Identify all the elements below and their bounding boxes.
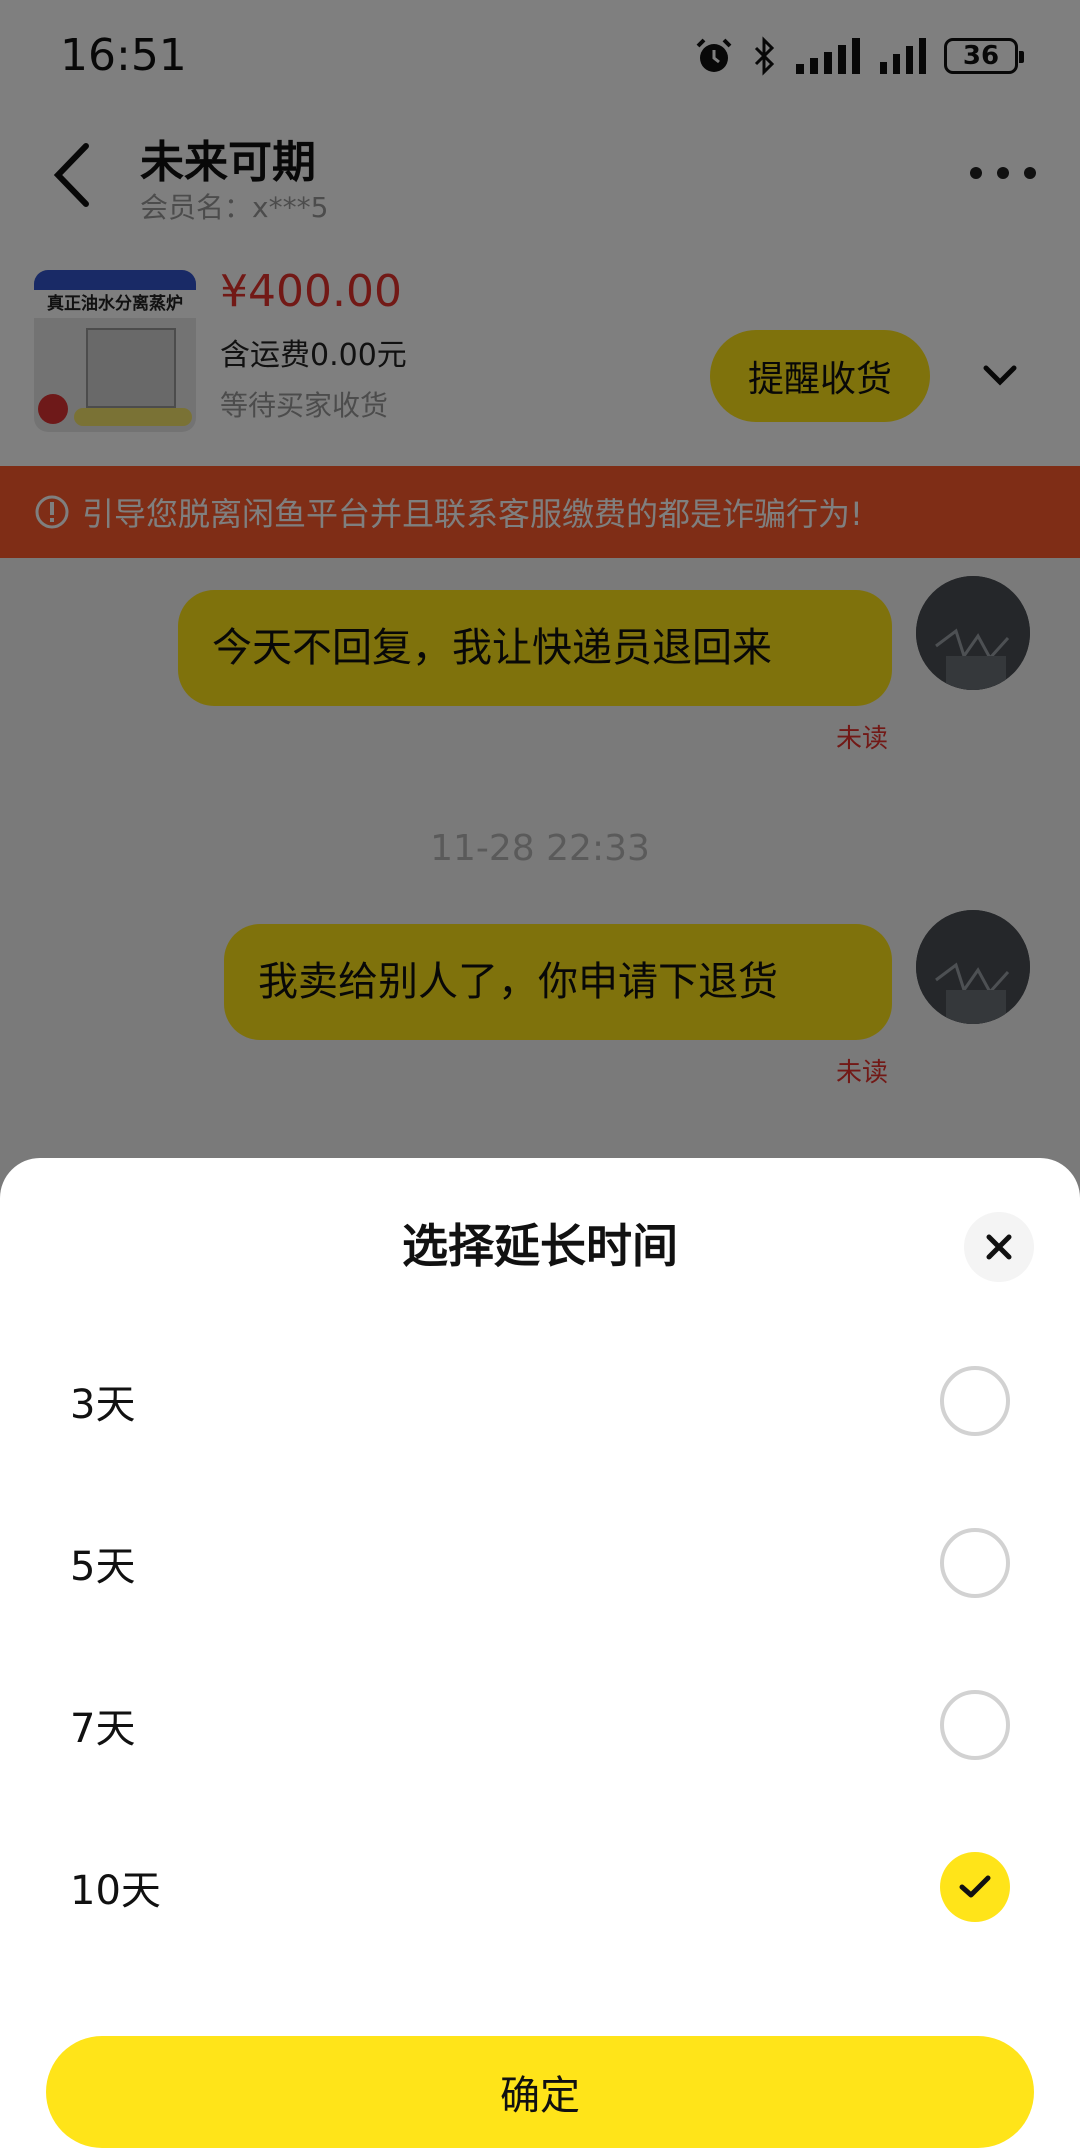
sheet-title: 选择延长时间 — [402, 1219, 678, 1273]
option-7-days[interactable]: 7天 — [0, 1644, 1080, 1806]
option-label: 3天 — [70, 1382, 136, 1428]
checkmark-icon — [959, 1875, 991, 1898]
radio-button[interactable] — [940, 1528, 1010, 1598]
option-label: 7天 — [70, 1706, 136, 1752]
radio-button[interactable] — [940, 1690, 1010, 1760]
option-10-days[interactable]: 10天 — [0, 1806, 1080, 1968]
close-icon — [986, 1234, 1012, 1260]
option-label: 5天 — [70, 1544, 136, 1590]
radio-button[interactable] — [940, 1366, 1010, 1436]
radio-button-checked[interactable] — [940, 1852, 1010, 1922]
close-button[interactable] — [964, 1212, 1034, 1282]
confirm-button[interactable]: 确定 — [46, 2036, 1034, 2148]
option-label: 10天 — [70, 1868, 161, 1914]
option-5-days[interactable]: 5天 — [0, 1482, 1080, 1644]
option-3-days[interactable]: 3天 — [0, 1320, 1080, 1482]
extend-time-sheet: 选择延长时间 3天 5天 7天 10天 确定 — [0, 1158, 1080, 2148]
